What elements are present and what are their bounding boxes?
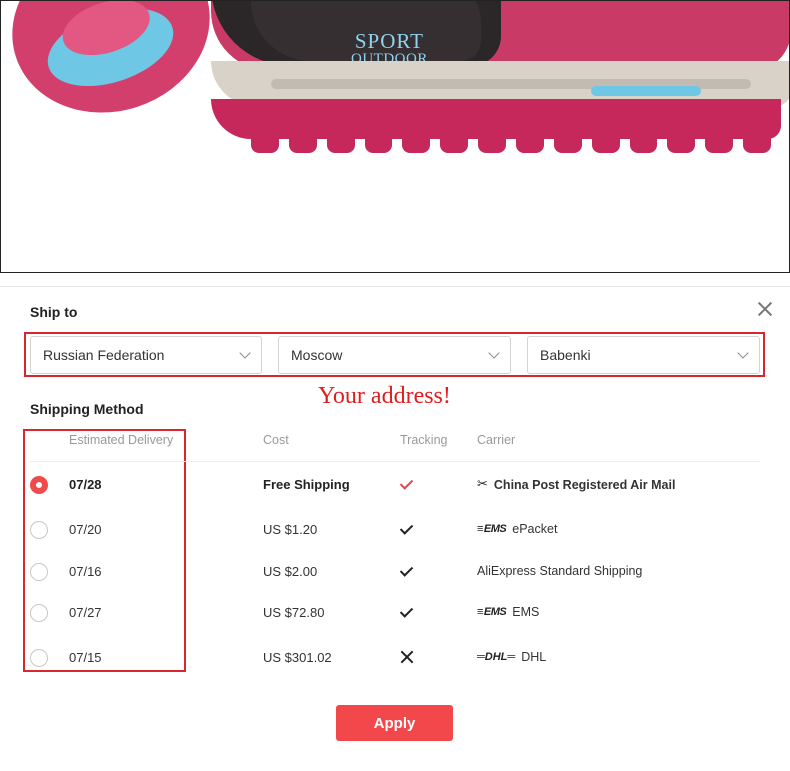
radio-unselected[interactable] <box>30 649 48 667</box>
shipping-method-title: Shipping Method <box>30 401 144 417</box>
carrier: ✂ China Post Registered Air Mail <box>477 477 675 492</box>
chevron-down-icon <box>737 347 749 359</box>
ship-to-title: Ship to <box>30 304 78 320</box>
header-estimated-delivery: Estimated Delivery <box>69 433 174 447</box>
shipping-option-row[interactable]: 07/16 US $2.00 AliExpress Standard Shippin… <box>0 557 790 587</box>
shipping-option-row[interactable]: 07/27 US $72.80 EMS EMS <box>0 598 790 628</box>
radio-unselected[interactable] <box>30 604 48 622</box>
delivery-date: 07/20 <box>69 522 102 537</box>
shipping-option-row[interactable]: 07/15 US $301.02 ═DHL═ DHL <box>0 643 790 673</box>
header-carrier: Carrier <box>477 433 516 447</box>
table-header-divider <box>30 461 760 462</box>
delivery-date: 07/27 <box>69 605 102 620</box>
close-icon[interactable] <box>756 300 774 318</box>
district-value: Babenki <box>540 347 591 363</box>
carrier-name: DHL <box>521 650 547 664</box>
shipping-cost: US $1.20 <box>263 522 318 537</box>
carrier: EMS EMS <box>477 605 539 619</box>
city-select[interactable]: Moscow <box>278 336 511 374</box>
radio-unselected[interactable] <box>30 521 48 539</box>
delivery-highlight-box <box>23 429 186 672</box>
china-post-logo-icon: ✂ <box>477 477 488 492</box>
check-icon <box>399 476 416 493</box>
shipping-cost: Free Shipping <box>263 477 350 492</box>
carrier: AliExpress Standard Shipping <box>477 564 642 578</box>
carrier: ═DHL═ DHL <box>477 650 546 664</box>
product-photo: SPORT OUTDOOR <box>0 0 790 273</box>
carrier-name: EMS <box>512 605 540 619</box>
header-tracking: Tracking <box>400 433 448 447</box>
district-select[interactable]: Babenki <box>527 336 760 374</box>
country-select[interactable]: Russian Federation <box>30 336 262 374</box>
logo-line-1: SPORT <box>354 29 424 53</box>
apply-button[interactable]: Apply <box>336 705 453 741</box>
delivery-date: 07/28 <box>69 477 102 492</box>
radio-selected[interactable] <box>30 476 48 494</box>
check-icon <box>399 604 416 621</box>
shoe-left-sole <box>1 1 233 138</box>
ems-logo-icon: EMS <box>477 523 507 535</box>
shipping-cost: US $72.80 <box>263 605 325 620</box>
check-icon <box>399 563 416 580</box>
delivery-date: 07/16 <box>69 564 102 579</box>
shipping-cost: US $2.00 <box>263 564 318 579</box>
shipping-option-row[interactable]: 07/28 Free Shipping ✂ China Post Registered… <box>0 470 790 500</box>
carrier-name: China Post Registered Air Mail <box>493 477 676 492</box>
shipping-option-row[interactable]: 07/20 US $1.20 EMS ePacket <box>0 515 790 545</box>
ems-logo-icon: EMS <box>477 606 507 618</box>
outsole-blue-accent <box>591 86 701 96</box>
chevron-down-icon <box>488 347 500 359</box>
country-value: Russian Federation <box>43 347 165 363</box>
shipping-cost: US $301.02 <box>263 650 332 665</box>
outsole-treads <box>251 129 772 153</box>
check-icon <box>399 521 416 538</box>
city-value: Moscow <box>291 347 343 363</box>
carrier: EMS ePacket <box>477 522 558 536</box>
cross-icon <box>400 650 416 666</box>
delivery-date: 07/15 <box>69 650 102 665</box>
carrier-name: AliExpress Standard Shipping <box>477 564 643 578</box>
chevron-down-icon <box>239 347 251 359</box>
header-cost: Cost <box>263 433 289 447</box>
address-annotation: Your address! <box>318 383 451 409</box>
shoe-main: SPORT OUTDOOR <box>211 1 789 153</box>
carrier-name: ePacket <box>512 522 558 536</box>
radio-unselected[interactable] <box>30 563 48 581</box>
dhl-logo-icon: ═DHL═ <box>477 651 516 663</box>
